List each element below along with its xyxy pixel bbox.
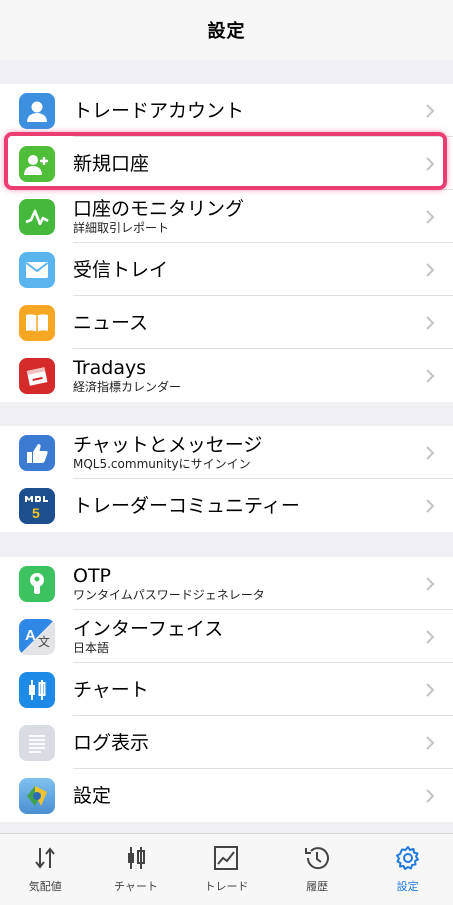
gear-icon (395, 846, 419, 870)
calendar-icon (19, 357, 55, 394)
menu-item-subtitle: 詳細取引レポート (73, 220, 170, 235)
page-title: 設定 (207, 21, 246, 42)
chevron-right-icon (426, 262, 435, 277)
add-user-icon (19, 145, 55, 182)
chevron-right-icon (426, 682, 435, 697)
menu-item-log[interactable]: ログ表示 (0, 716, 453, 769)
language-icon: A文 (19, 618, 55, 655)
menu-item-chat[interactable]: チャットとメッセージ MQL5.communityにサインイン (0, 426, 453, 479)
chat-icon (19, 434, 55, 471)
menu-item-label: ニュース (73, 311, 149, 334)
menu-item-subtitle: 日本語 (73, 640, 110, 655)
menu-item-subtitle: ワンタイムパスワードジェネレータ (73, 587, 265, 602)
settings-group-app: OTP ワンタイムパスワードジェネレータ A文 インターフェイス 日本語 チャー… (0, 557, 453, 822)
menu-item-label: トレードアカウント (73, 99, 245, 122)
menu-item-label: 新規口座 (73, 152, 150, 175)
tab-trade[interactable]: トレード (181, 834, 272, 905)
menu-item-account-monitoring[interactable]: 口座のモニタリング 詳細取引レポート (0, 190, 453, 243)
tab-label: チャート (113, 880, 158, 893)
monitoring-icon (19, 198, 55, 235)
candles-icon (19, 671, 55, 708)
menu-item-otp[interactable]: OTP ワンタイムパスワードジェネレータ (0, 557, 453, 610)
tab-settings[interactable]: 設定 (362, 834, 453, 905)
menu-item-new-account[interactable]: 新規口座 (0, 137, 453, 190)
news-icon (19, 304, 55, 341)
tab-label: 気配値 (28, 880, 62, 893)
settings-app-icon (19, 777, 55, 814)
menu-item-label: 設定 (73, 784, 112, 807)
menu-item-label: インターフェイス (73, 617, 224, 640)
chevron-right-icon (426, 368, 435, 383)
settings-group-account: トレードアカウント 新規口座 口座のモニタリング 詳細取引レポート 受信トレイ (0, 84, 453, 402)
chevron-right-icon (426, 735, 435, 750)
menu-item-tradays[interactable]: Tradays 経済指標カレンダー (0, 349, 453, 402)
tab-chart[interactable]: チャート (91, 834, 182, 905)
menu-item-subtitle: MQL5.communityにサインイン (73, 456, 251, 471)
chevron-right-icon (426, 576, 435, 591)
menu-item-label: 受信トレイ (73, 258, 169, 281)
tab-label: 設定 (396, 880, 419, 893)
menu-item-chart[interactable]: チャート (0, 663, 453, 716)
trade-icon (214, 846, 239, 870)
log-icon (19, 724, 55, 761)
account-icon (19, 92, 55, 129)
menu-item-subtitle: 経済指標カレンダー (73, 379, 182, 394)
chevron-right-icon (426, 445, 435, 460)
chevron-right-icon (426, 156, 435, 171)
menu-item-trader-community[interactable]: 5 トレーダーコミュニティー (0, 479, 453, 532)
tab-label: トレード (204, 880, 249, 893)
menu-item-label: OTP (73, 564, 112, 587)
chevron-right-icon (426, 498, 435, 513)
menu-item-label: 口座のモニタリング (73, 197, 245, 220)
mail-icon (19, 251, 55, 288)
svg-text:5: 5 (32, 505, 40, 521)
tab-bar: 気配値 チャート トレード 履歴 設定 (0, 833, 453, 905)
menu-item-label: Tradays (73, 356, 147, 379)
svg-text:文: 文 (38, 634, 50, 649)
menu-item-settings[interactable]: 設定 (0, 769, 453, 822)
chart-icon (127, 847, 145, 869)
menu-item-label: チャート (73, 678, 149, 701)
tab-history[interactable]: 履歴 (272, 834, 363, 905)
chevron-right-icon (426, 629, 435, 644)
menu-item-interface[interactable]: A文 インターフェイス 日本語 (0, 610, 453, 663)
settings-group-community: チャットとメッセージ MQL5.communityにサインイン 5 トレーダーコ… (0, 426, 453, 532)
tab-quotes[interactable]: 気配値 (0, 834, 91, 905)
quotes-icon (35, 847, 56, 869)
menu-item-label: チャットとメッセージ (73, 433, 263, 456)
nav-header: 設定 (0, 0, 453, 60)
menu-item-news[interactable]: ニュース (0, 296, 453, 349)
chevron-right-icon (426, 209, 435, 224)
tab-label: 履歴 (306, 880, 329, 893)
svg-text:A: A (25, 627, 36, 644)
menu-item-label: ログ表示 (73, 731, 150, 754)
menu-item-inbox[interactable]: 受信トレイ (0, 243, 453, 296)
menu-item-trade-accounts[interactable]: トレードアカウント (0, 84, 453, 137)
chevron-right-icon (426, 315, 435, 330)
history-icon (305, 847, 330, 870)
mql5-icon: 5 (19, 487, 55, 524)
menu-item-label: トレーダーコミュニティー (73, 494, 300, 517)
chevron-right-icon (426, 103, 435, 118)
otp-icon (19, 565, 55, 602)
chevron-right-icon (426, 788, 435, 803)
